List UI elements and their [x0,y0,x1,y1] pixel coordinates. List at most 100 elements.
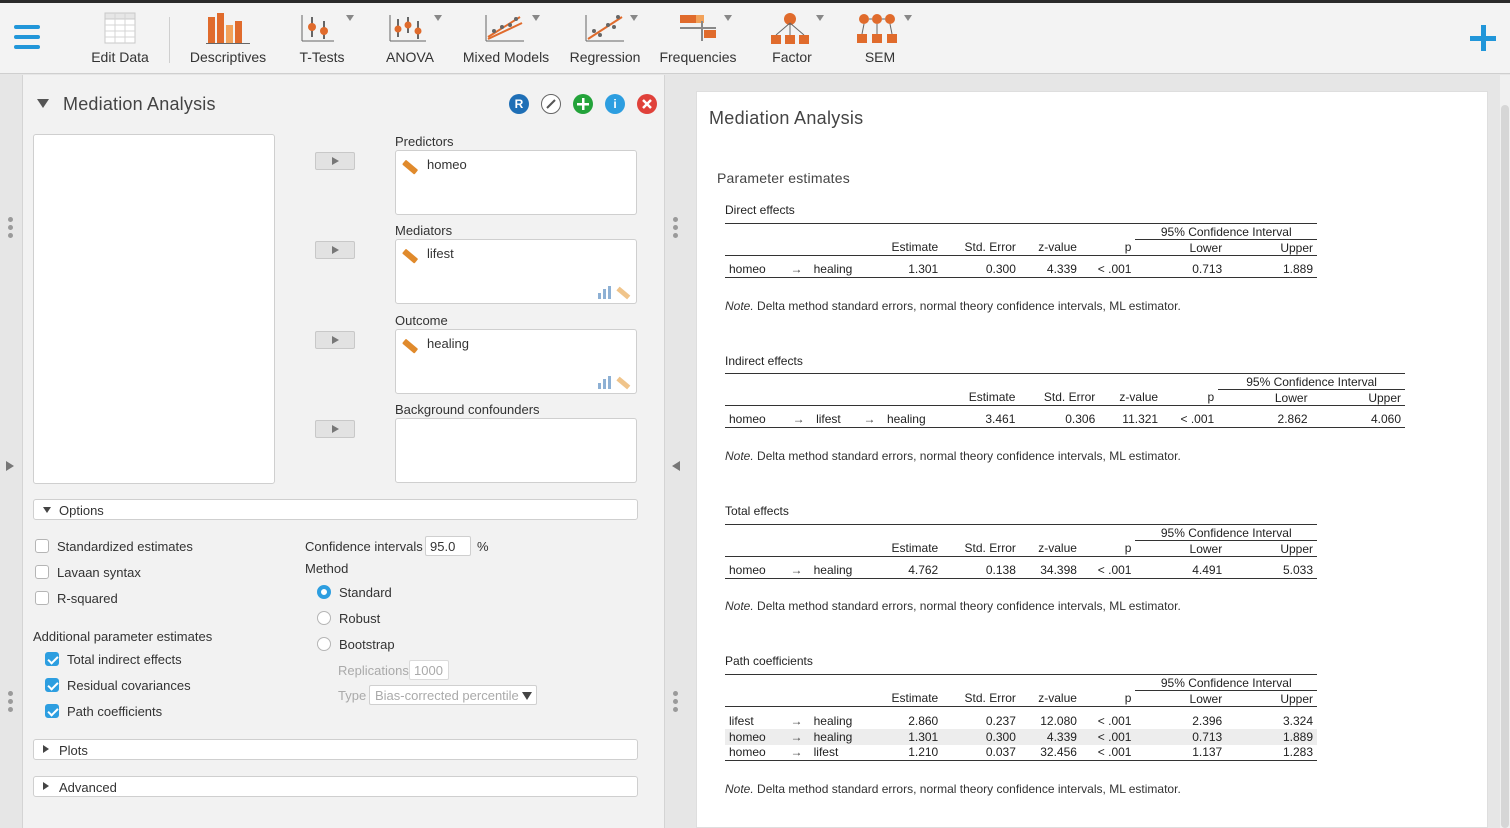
scale-variable-icon [402,159,419,175]
checkbox-box[interactable] [45,678,59,692]
chevron-down-icon [724,15,732,21]
checkbox-box[interactable] [45,704,59,718]
collapse-panel-arrow-icon[interactable] [672,461,680,471]
table-note: Note. Delta method standard errors, norm… [725,449,1181,463]
plots-section-header[interactable]: Plots [33,739,638,760]
confidence-interval-input[interactable]: 95.0 [425,536,471,556]
results-scrollbar[interactable] [1500,75,1510,828]
chevron-down-icon [434,15,442,21]
chevron-down-icon [532,15,540,21]
radio-button[interactable] [317,637,331,651]
select-value: Bias-corrected percentile [375,688,519,703]
cell-lower: 2.862 [1218,411,1312,428]
cell-estimate: 2.860 [908,713,939,728]
move-to-outcome-button[interactable] [315,331,355,349]
toolbar-t-tests[interactable]: T-Tests [290,7,354,71]
factor-icon [771,13,809,44]
col-p: p [1080,239,1136,256]
move-to-predictors-button[interactable] [315,152,355,170]
predictors-label: Predictors [395,134,454,149]
advanced-section-label: Advanced [59,780,117,795]
resize-grip-icon[interactable] [673,691,679,715]
r-syntax-button[interactable]: R [509,94,529,114]
radio-label: Bootstrap [339,637,395,652]
advanced-section-header[interactable]: Advanced [33,776,638,797]
expand-left-arrow-icon[interactable] [6,461,14,471]
outcome-box[interactable]: healing [395,329,637,394]
col-std-error: Std. Error [942,239,1020,256]
cell-z: 34.398 [1019,562,1081,579]
checkbox-label: Total indirect effects [67,652,182,667]
confounders-box[interactable] [395,418,637,483]
analysis-options-panel: Mediation Analysis R i Predictors homeo [0,75,685,828]
cell-to: healing [809,562,871,579]
checkbox-box[interactable] [45,652,59,666]
toolbar-anova[interactable]: ANOVA [378,7,442,71]
checkbox-box[interactable] [35,539,49,553]
toolbar-regression[interactable]: Regression [566,7,644,71]
info-button[interactable]: i [605,94,625,114]
options-section-header[interactable]: Options [33,499,638,520]
collapse-arrow-icon[interactable] [37,99,49,108]
cell-upper: 1.889 [1226,261,1317,278]
resize-grip-icon[interactable] [8,691,14,715]
ci-header: 95% Confidence Interval [1135,524,1317,541]
col-z-value: z-value [1019,540,1081,557]
radio-button[interactable] [317,611,331,625]
toolbar-frequencies[interactable]: Frequencies [656,7,740,71]
cell-z: 4.339 [1019,728,1081,745]
toolbar-descriptives[interactable]: Descriptives [186,7,270,71]
allowed-types-icon [598,285,632,300]
confidence-intervals-label: Confidence intervals [305,539,423,554]
col-upper: Upper [1311,389,1405,406]
indirect-effects-title: Indirect effects [725,354,803,368]
toolbar-divider [169,17,170,63]
scrollbar-thumb[interactable] [1501,105,1509,828]
col-estimate: Estimate [870,690,943,707]
radio-button[interactable] [317,585,331,599]
cell-se: 0.138 [942,562,1020,579]
cell-via: lifest [812,411,857,428]
variable-name: homeo [427,157,467,172]
radio-label: Robust [339,611,381,626]
bootstrap-type-select[interactable]: Bias-corrected percentile [369,685,537,705]
add-analysis-icon[interactable] [573,94,593,114]
cell-p: < .001 [1162,411,1219,428]
scale-variable-icon [402,248,419,264]
col-estimate: Estimate [870,540,943,557]
toolbar-sem[interactable]: SEM [848,7,912,71]
predictors-box[interactable]: homeo [395,150,637,215]
toolbar-label: Edit Data [91,49,149,65]
sem-icon [857,14,897,43]
move-to-mediators-button[interactable] [315,241,355,259]
toolbar-factor[interactable]: Factor [760,7,824,71]
close-analysis-icon[interactable] [637,94,657,114]
resize-grip-icon[interactable] [673,217,679,241]
menu-icon[interactable] [14,25,40,51]
mediators-box[interactable]: lifest [395,239,637,304]
cell-lower: 1.137 [1135,744,1227,761]
allowed-types-icon [598,375,632,390]
path-coefficients-table: 95% Confidence Interval Estimate Std. Er… [725,674,1317,761]
edit-pencil-icon[interactable] [541,94,561,114]
replications-input[interactable]: 1000 [409,660,449,680]
resize-grip-icon[interactable] [8,217,14,241]
direct-effects-title: Direct effects [725,203,795,217]
chevron-down-icon [630,15,638,21]
variables-list[interactable] [33,134,275,484]
toolbar-edit-data[interactable]: Edit Data [88,7,152,71]
cell-upper: 1.889 [1226,728,1317,745]
checkbox-box[interactable] [35,565,49,579]
toolbar-label: Regression [569,49,641,65]
table-row: lifest → healing 2.860 0.237 12.080 < .0… [725,713,1317,729]
chevron-down-icon [816,15,824,21]
additional-estimates-label: Additional parameter estimates [33,629,213,644]
toolbar-mixed-models[interactable]: Mixed Models [460,7,552,71]
checkbox-box[interactable] [35,591,49,605]
add-module-icon[interactable] [1470,25,1498,53]
results-sheet: Mediation Analysis Parameter estimates D… [696,91,1488,828]
toolbar-label: Factor [772,49,812,65]
move-to-confounders-button[interactable] [315,420,355,438]
note-prefix: Note. [725,299,754,313]
options-section-label: Options [59,503,104,518]
